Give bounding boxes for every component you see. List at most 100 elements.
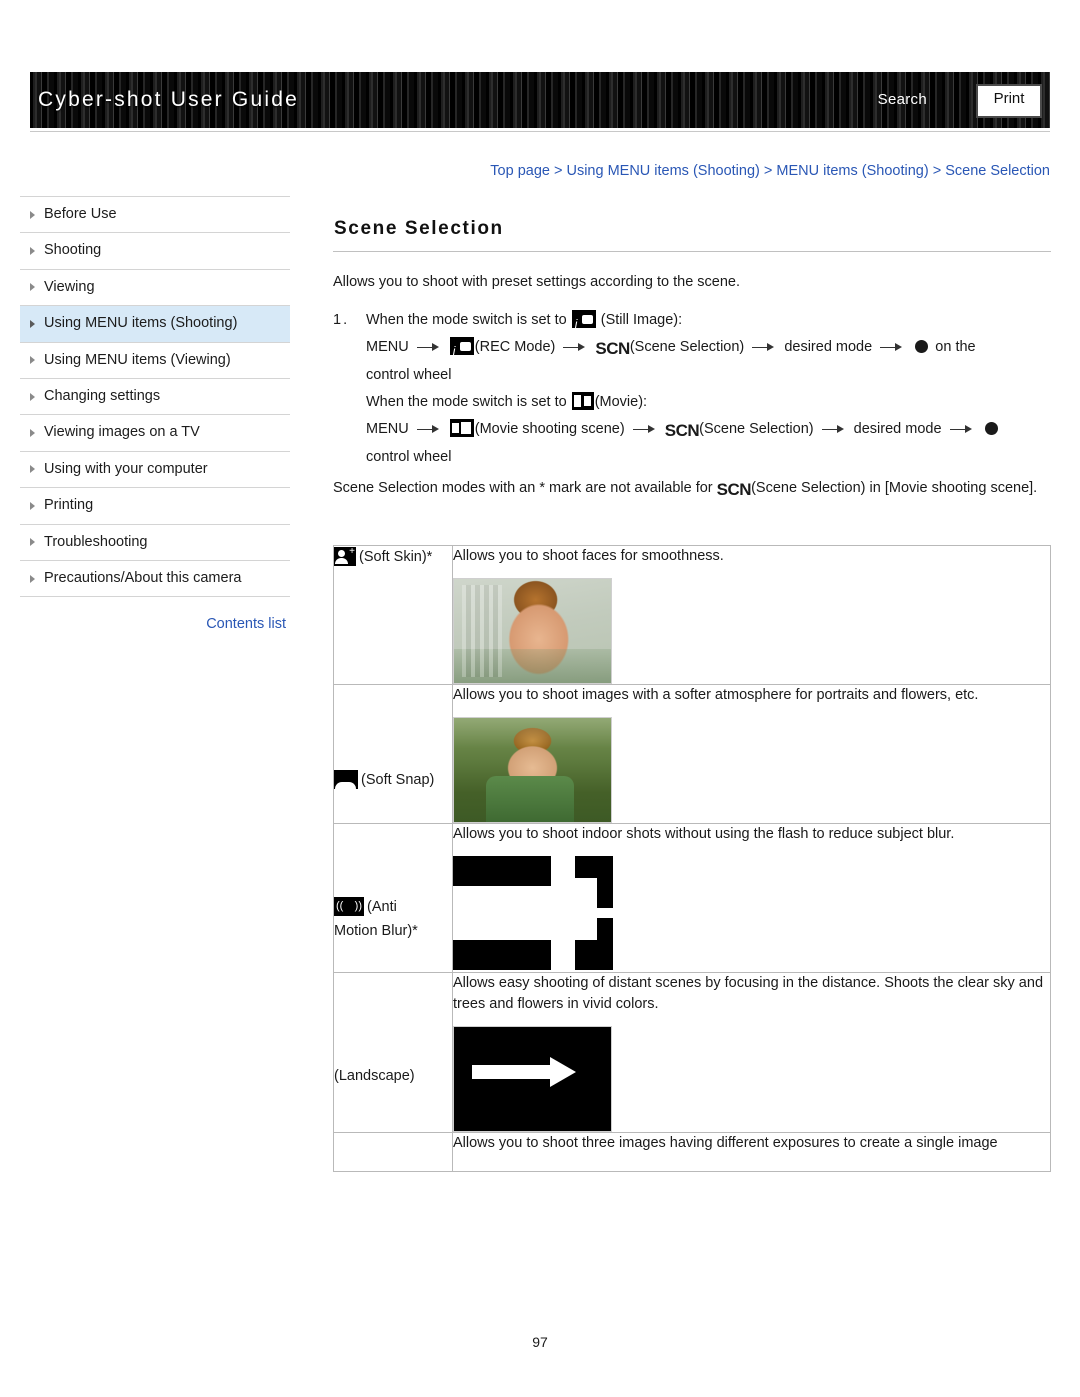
mode-cell-landscape: (Landscape) (333, 972, 453, 1133)
print-button[interactable]: Print (976, 84, 1042, 118)
sidebar-item-viewing-images-on-a-tv[interactable]: Viewing images on a TV (20, 415, 290, 452)
arrow-right-icon (563, 343, 587, 352)
control-wheel-label: control wheel (366, 449, 452, 465)
soft-snap-icon (334, 770, 358, 789)
sidebar-item-label: Using MENU items (Viewing) (44, 351, 231, 368)
movie-shooting-scene-label: (Movie shooting scene) (474, 421, 625, 437)
sidebar-item-before-use[interactable]: Before Use (20, 196, 290, 234)
mode-cell-soft-skin: + (Soft Skin)* (333, 545, 453, 685)
scn-icon: SCN (664, 421, 700, 440)
table-row: + (Soft Skin)* Allows you to shoot faces … (333, 545, 1051, 685)
sidebar-item-using-with-your-computer[interactable]: Using with your computer (20, 452, 290, 489)
mode-description: Allows you to shoot faces for smoothness… (453, 548, 724, 564)
step-1-movie-lead: When the mode switch is set to (366, 394, 567, 410)
chevron-right-icon (30, 392, 35, 401)
sidebar-item-printing[interactable]: Printing (20, 488, 290, 525)
sidebar-item-using-menu-items-viewing[interactable]: Using MENU items (Viewing) (20, 343, 290, 379)
on-the-label: on the (935, 339, 976, 355)
sidebar-item-label: Using MENU items (Shooting) (44, 315, 238, 332)
chevron-right-icon (30, 210, 35, 219)
center-button-icon (915, 340, 929, 353)
asterisk-note: Scene Selection modes with an * mark are… (333, 476, 1051, 502)
sidebar-item-changing-settings[interactable]: Changing settings (20, 379, 290, 416)
desc-cell-anti-motion-blur: Allows you to shoot indoor shots without… (452, 823, 1051, 973)
app-title: Cyber-shot User Guide (38, 88, 299, 111)
mode-label-line2: Motion Blur)* (334, 923, 418, 939)
mode-cell-anti-motion-blur: (( )) (Anti Motion Blur)* (333, 823, 453, 973)
intro-text: Allows you to shoot with preset settings… (333, 274, 741, 290)
mode-cell-next (333, 1132, 453, 1172)
motion-left-icon: (( (336, 900, 344, 912)
movie-shooting-scene-icon (449, 419, 474, 437)
page-title: Scene Selection (334, 218, 504, 239)
breadcrumb[interactable]: Top page > Using MENU items (Shooting) >… (333, 163, 1050, 179)
step-1-line-5: MENU (Movie shooting scene) SCN(Scene Se… (333, 416, 1051, 444)
page-number: 97 (532, 1334, 548, 1350)
scene-modes-table: + (Soft Skin)* Allows you to shoot faces … (333, 545, 1051, 1172)
desc-cell-next: Allows you to shoot three images having … (452, 1132, 1051, 1172)
still-image-mode-icon (571, 310, 596, 338)
main-content: Scene Selection Allows you to shoot with… (333, 218, 1051, 517)
sidebar-item-troubleshooting[interactable]: Troubleshooting (20, 525, 290, 561)
sidebar-item-label: Viewing images on a TV (44, 424, 200, 441)
arrow-right-icon (416, 343, 441, 352)
instruction-steps: 1. When the mode switch is set to (Still … (333, 307, 1051, 471)
desired-mode-label: desired mode (784, 339, 873, 355)
still-image-label: (Still Image): (600, 312, 683, 328)
step-1-line-1: 1. When the mode switch is set to (Still … (333, 307, 1051, 338)
anti-motion-blur-icon: (( )) (334, 897, 364, 916)
arrow-right-icon (752, 343, 776, 352)
sample-photo-soft-snap (453, 717, 612, 823)
mode-description: Allows you to shoot indoor shots without… (453, 826, 955, 842)
chevron-right-icon (30, 283, 35, 292)
mode-cell-soft-snap: (Soft Snap) (333, 684, 453, 824)
movie-label: (Movie): (594, 394, 648, 410)
landscape-shape (472, 1065, 556, 1079)
step-1-line-3: control wheel (333, 362, 1051, 389)
sidebar-item-label: Printing (44, 497, 94, 514)
contents-list-link[interactable]: Contents list (20, 616, 290, 632)
step-1-line-2: MENU (REC Mode) SCN(Scene Selection) des… (333, 334, 1051, 365)
app-header: Cyber-shot User Guide Search Print (30, 72, 1050, 128)
arrow-right-icon (416, 425, 441, 434)
table-row: (Landscape) Allows easy shooting of dist… (333, 972, 1051, 1133)
mode-label: (Soft Skin)* (359, 549, 433, 565)
desc-cell-landscape: Allows easy shooting of distant scenes b… (452, 972, 1051, 1133)
asterisk-note-text: Scene Selection modes with an * mark are… (333, 480, 713, 496)
arrow-right-icon (632, 425, 657, 434)
step-1-line-6: control wheel (333, 444, 1051, 471)
sidebar-item-using-menu-items-shooting[interactable]: Using MENU items (Shooting) (20, 306, 290, 343)
sidebar-item-precautions-about-this-camera[interactable]: Precautions/About this camera (20, 561, 290, 598)
sample-photo-soft-skin (453, 578, 612, 684)
mode-label: (Landscape) (334, 1068, 415, 1084)
sample-photo-landscape (453, 1026, 612, 1132)
control-wheel-label: control wheel (366, 367, 452, 383)
rec-mode-label: (REC Mode) (474, 339, 556, 355)
chevron-right-icon (30, 356, 35, 365)
chevron-right-icon (30, 465, 35, 474)
chevron-right-icon (30, 574, 35, 583)
mode-description: Allows you to shoot images with a softer… (453, 687, 979, 703)
sidebar-item-label: Precautions/About this camera (44, 569, 242, 586)
title-divider (333, 251, 1051, 252)
desired-mode-label: desired mode (853, 421, 942, 437)
table-row: Allows you to shoot three images having … (333, 1132, 1051, 1172)
movie-mode-icon (571, 392, 594, 410)
sidebar: Before Use Shooting Viewing Using MENU i… (20, 196, 290, 632)
step-1-line-4: When the mode switch is set to (Movie): (333, 389, 1051, 416)
scene-selection-label: (Scene Selection) (629, 339, 745, 355)
search-button[interactable]: Search (872, 90, 933, 109)
sidebar-item-label: Using with your computer (44, 460, 208, 477)
menu-label: MENU (366, 421, 409, 437)
scn-icon: SCN (595, 339, 630, 358)
arrow-right-icon (821, 425, 846, 434)
motion-right-icon: )) (354, 900, 362, 912)
breadcrumb-text[interactable]: Top page > Using MENU items (Shooting) >… (490, 163, 1050, 179)
sample-photo-anti-motion-blur (453, 856, 613, 972)
sidebar-item-viewing[interactable]: Viewing (20, 270, 290, 307)
arrow-right-icon (949, 425, 974, 434)
plus-icon: + (349, 546, 355, 557)
step-1-lead: When the mode switch is set to (366, 312, 567, 328)
header-divider (30, 131, 1050, 132)
sidebar-item-shooting[interactable]: Shooting (20, 233, 290, 270)
